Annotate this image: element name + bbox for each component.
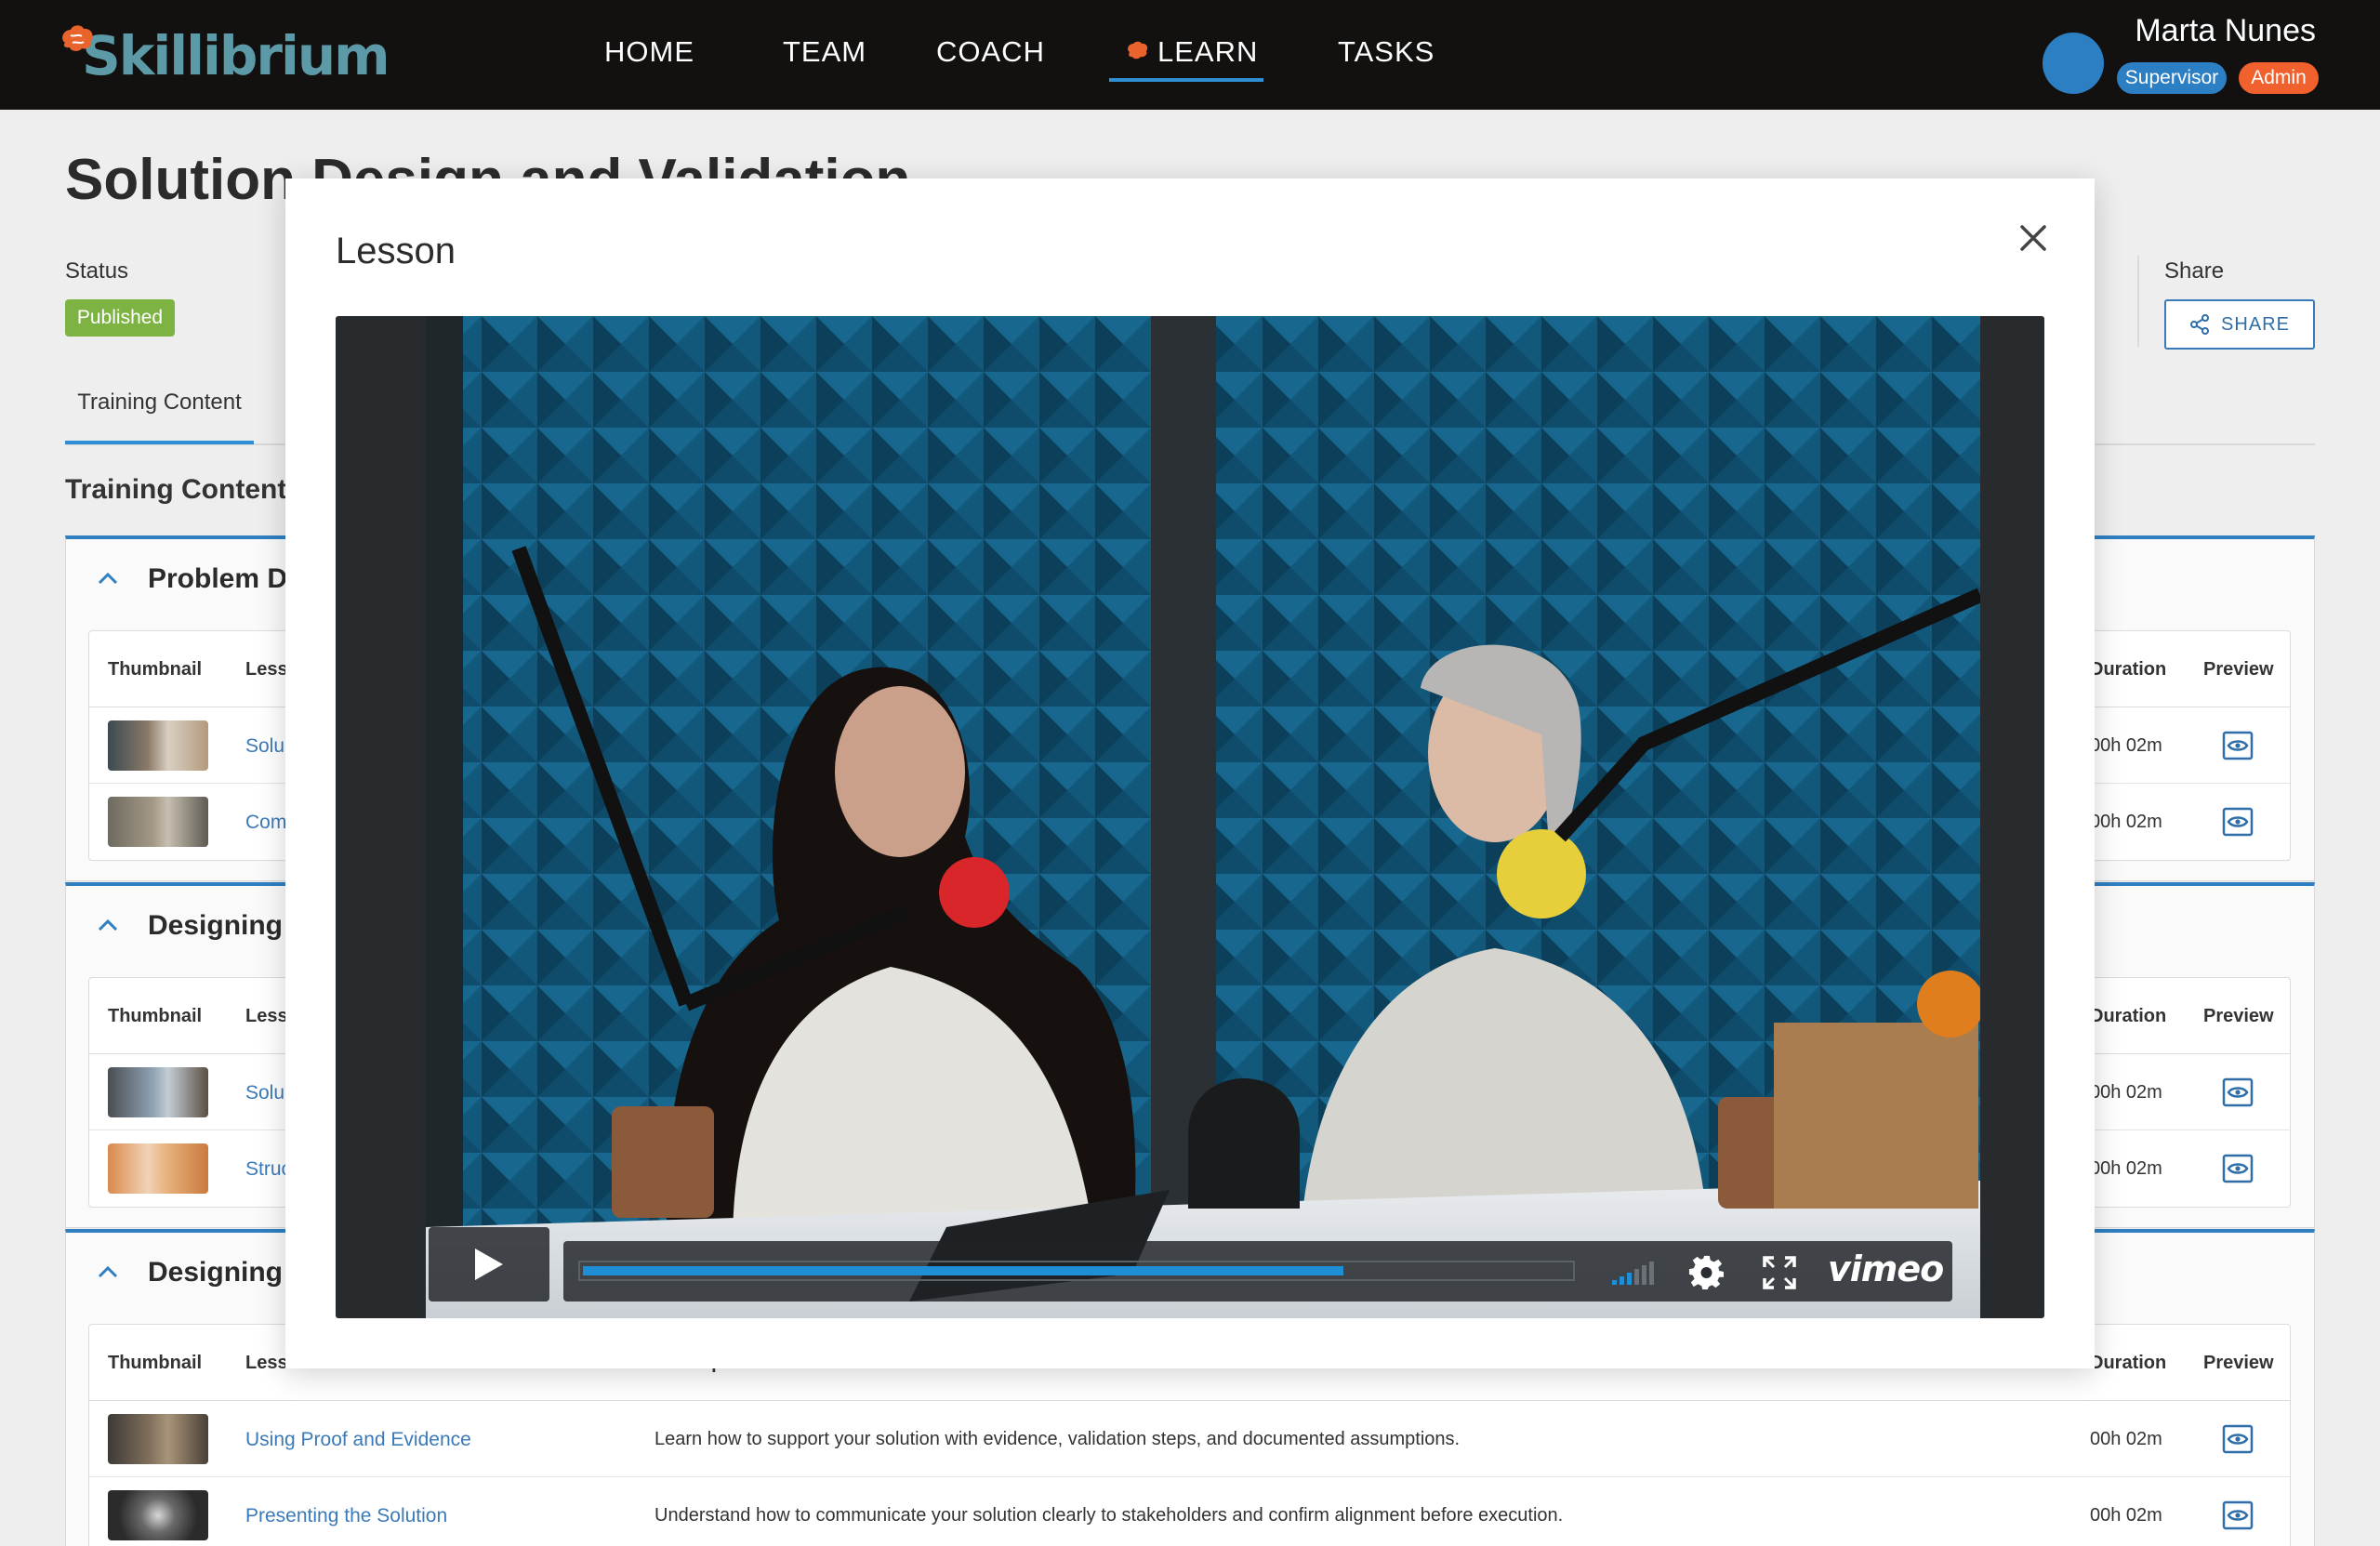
lesson-modal: Lesson vimeo: [285, 178, 2095, 1368]
nav-learn[interactable]: LEARN: [1126, 35, 1258, 69]
nav-team[interactable]: TEAM: [783, 35, 866, 69]
lesson-link[interactable]: Solu: [245, 735, 284, 758]
role-badge-supervisor: Supervisor: [2117, 62, 2227, 94]
nav-learn-label: LEARN: [1157, 35, 1259, 68]
section-heading: Training Content: [65, 474, 287, 505]
tab-training-content[interactable]: Training Content: [65, 379, 254, 444]
play-button[interactable]: [429, 1227, 549, 1302]
lesson-thumbnail: [108, 1143, 208, 1194]
table-row: Using Proof and Evidence Learn how to su…: [89, 1401, 2290, 1477]
lesson-thumbnail: [108, 797, 208, 847]
user-avatar[interactable]: [2043, 33, 2104, 94]
video-controls: vimeo: [563, 1241, 1952, 1302]
col-thumbnail: Thumbnail: [108, 1353, 203, 1373]
brain-logo-icon: [62, 25, 93, 51]
col-preview: Preview: [2203, 1353, 2274, 1373]
fullscreen-icon[interactable]: [1761, 1254, 1798, 1291]
chevron-up-icon[interactable]: [94, 912, 122, 940]
close-icon[interactable]: [2015, 219, 2052, 257]
col-duration: Duration: [2090, 1006, 2167, 1026]
preview-eye-icon[interactable]: [2222, 1500, 2254, 1530]
progress-fill: [583, 1266, 1343, 1275]
chevron-up-icon[interactable]: [94, 1259, 122, 1287]
col-duration: Duration: [2090, 1353, 2167, 1373]
preview-eye-icon[interactable]: [2222, 807, 2254, 837]
gear-icon[interactable]: [1688, 1254, 1726, 1291]
nav-active-indicator: [1109, 78, 1263, 82]
col-thumbnail: Thumbnail: [108, 1006, 203, 1026]
preview-eye-icon[interactable]: [2222, 1077, 2254, 1107]
status-badge: Published: [65, 299, 175, 337]
skillibrium-logo[interactable]: Skillibrium: [58, 20, 390, 91]
volume-icon[interactable]: [1610, 1258, 1657, 1286]
lesson-link[interactable]: Com: [245, 812, 286, 834]
lesson-duration: 00h 02m: [2090, 1158, 2162, 1179]
lesson-thumbnail: [108, 1414, 208, 1464]
col-thumbnail: Thumbnail: [108, 659, 203, 680]
modal-title: Lesson: [336, 231, 456, 271]
brand-name: Skillibrium: [82, 24, 390, 87]
lesson-description: Learn how to support your solution with …: [654, 1429, 1461, 1449]
module-title: Problem De: [148, 563, 303, 594]
preview-eye-icon[interactable]: [2222, 1154, 2254, 1183]
top-nav-bar: Skillibrium HOME TEAM COACH LEARN TASKS …: [0, 0, 2380, 110]
share-divider: [2137, 256, 2139, 347]
share-icon: [2190, 314, 2210, 335]
lesson-description: Understand how to communicate your solut…: [654, 1505, 1564, 1526]
preview-eye-icon[interactable]: [2222, 1424, 2254, 1454]
vimeo-logo[interactable]: vimeo: [1828, 1249, 1944, 1289]
lesson-thumbnail: [108, 720, 208, 771]
tab-active-indicator: [65, 441, 254, 444]
share-button[interactable]: SHARE: [2164, 299, 2315, 350]
lesson-duration: 00h 02m: [2090, 812, 2162, 832]
col-preview: Preview: [2203, 1006, 2274, 1026]
table-row: Presenting the Solution Understand how t…: [89, 1477, 2290, 1546]
nav-tasks[interactable]: TASKS: [1338, 35, 1435, 69]
role-badge-admin: Admin: [2239, 62, 2319, 94]
lesson-link[interactable]: Using Proof and Evidence: [245, 1429, 471, 1451]
play-icon: [475, 1249, 503, 1280]
lesson-duration: 00h 02m: [2090, 735, 2162, 756]
video-player[interactable]: vimeo: [336, 316, 2044, 1318]
lesson-duration: 00h 02m: [2090, 1429, 2162, 1449]
lesson-link[interactable]: Struc: [245, 1158, 291, 1181]
chevron-up-icon[interactable]: [94, 565, 122, 593]
nav-coach[interactable]: COACH: [936, 35, 1045, 69]
nav-home[interactable]: HOME: [604, 35, 694, 69]
user-name[interactable]: Marta Nunes: [2130, 13, 2316, 49]
video-frame: [426, 316, 1980, 1318]
col-preview: Preview: [2203, 659, 2274, 680]
lesson-link[interactable]: Solu: [245, 1082, 284, 1104]
lesson-thumbnail: [108, 1067, 208, 1117]
lesson-duration: 00h 02m: [2090, 1505, 2162, 1526]
lesson-duration: 00h 02m: [2090, 1082, 2162, 1103]
status-label: Status: [65, 258, 129, 284]
lesson-thumbnail: [108, 1490, 208, 1540]
share-button-label: SHARE: [2221, 313, 2290, 335]
brain-icon: [1128, 41, 1148, 59]
preview-eye-icon[interactable]: [2222, 731, 2254, 760]
share-label: Share: [2164, 258, 2225, 284]
col-duration: Duration: [2090, 659, 2167, 680]
lesson-link[interactable]: Presenting the Solution: [245, 1505, 447, 1527]
progress-bar[interactable]: [578, 1261, 1575, 1281]
